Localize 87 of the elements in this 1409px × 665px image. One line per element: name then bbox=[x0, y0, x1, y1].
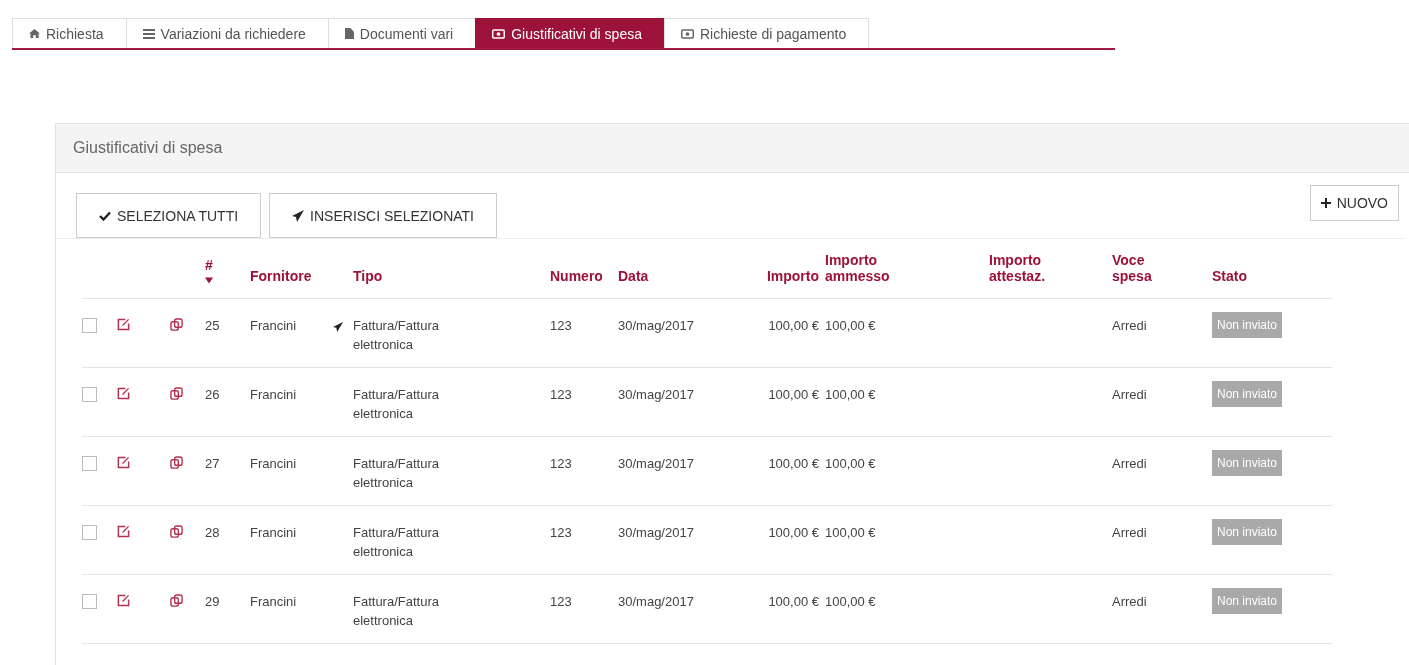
column-header[interactable]: Data bbox=[618, 268, 649, 284]
toolbar-button[interactable]: INSERISCI SELEZIONATI bbox=[269, 193, 497, 238]
column-header[interactable]: Stato bbox=[1212, 268, 1247, 284]
paper-plane-icon bbox=[292, 209, 305, 222]
column-header[interactable]: Fornitore bbox=[250, 268, 312, 284]
tab[interactable]: Giustificativi di spesa bbox=[475, 18, 665, 48]
copy-icon[interactable] bbox=[170, 525, 183, 538]
table-cell: 123 bbox=[550, 318, 572, 333]
table-cell: 123 bbox=[550, 456, 572, 471]
table-cell: 100,00 € bbox=[768, 318, 819, 333]
table-cell: Arredi bbox=[1112, 318, 1147, 333]
copy-icon[interactable] bbox=[170, 456, 183, 469]
panel-title: Giustificativi di spesa bbox=[73, 139, 223, 157]
table-cell: 28 bbox=[205, 525, 220, 540]
table-cell: 30/mag/2017 bbox=[618, 387, 694, 402]
edit-icon[interactable] bbox=[117, 387, 130, 400]
row-checkbox[interactable] bbox=[82, 387, 97, 402]
table-cell: 123 bbox=[550, 525, 572, 540]
edit-icon[interactable] bbox=[117, 456, 130, 469]
table-cell: 26 bbox=[205, 387, 220, 402]
column-header[interactable]: Importo bbox=[766, 268, 819, 284]
toolbar-button[interactable]: SELEZIONA TUTTI bbox=[76, 193, 262, 238]
table-cell: 100,00 € bbox=[768, 594, 819, 609]
tab[interactable]: Richieste di pagamento bbox=[663, 18, 870, 48]
column-header[interactable]: Importo ammesso bbox=[825, 252, 895, 284]
column-header[interactable]: Tipo bbox=[353, 268, 383, 284]
table-cell: 100,00 € bbox=[825, 456, 876, 471]
table-cell: 100,00 € bbox=[768, 456, 819, 471]
status-badge: Non inviato bbox=[1212, 450, 1283, 476]
table-cell: 30/mag/2017 bbox=[618, 525, 694, 540]
row-checkbox[interactable] bbox=[82, 594, 97, 609]
edit-icon[interactable] bbox=[117, 525, 130, 538]
table-cell: Francini bbox=[250, 456, 297, 471]
table-cell: 100,00 € bbox=[825, 525, 876, 540]
column-header[interactable]: Numero bbox=[550, 268, 603, 284]
table-cell: 123 bbox=[550, 594, 572, 609]
copy-icon[interactable] bbox=[170, 318, 183, 331]
table-cell: 25 bbox=[205, 318, 220, 333]
table-cell: 100,00 € bbox=[768, 525, 819, 540]
table-cell: 100,00 € bbox=[768, 387, 819, 402]
table-cell-text: Fattura/Fattura elettronica bbox=[353, 524, 440, 561]
edit-icon[interactable] bbox=[117, 318, 130, 331]
paper-plane-icon bbox=[333, 322, 343, 332]
banknote-icon bbox=[492, 28, 506, 39]
status-badge: Non inviato bbox=[1212, 588, 1283, 614]
edit-icon[interactable] bbox=[117, 594, 130, 607]
new-button[interactable]: NUOVO bbox=[1309, 185, 1399, 221]
table-cell: Francini bbox=[250, 525, 297, 540]
status-badge: Non inviato bbox=[1212, 381, 1283, 407]
table-cell: 29 bbox=[205, 594, 220, 609]
row-checkbox[interactable] bbox=[82, 525, 97, 540]
column-header[interactable]: Importo attestaz. bbox=[989, 252, 1059, 284]
table-cell: 30/mag/2017 bbox=[618, 456, 694, 471]
table-cell: 30/mag/2017 bbox=[618, 318, 694, 333]
column-header[interactable]: Voce spesa bbox=[1112, 252, 1182, 284]
table-cell-text: Fattura/Fattura elettronica bbox=[353, 386, 440, 423]
status-badge: Non inviato bbox=[1212, 312, 1283, 338]
table-cell: 27 bbox=[205, 456, 220, 471]
table-cell-text: Fattura/Fattura elettronica bbox=[353, 317, 440, 354]
table-cell: Arredi bbox=[1112, 387, 1147, 402]
table-cell: 100,00 € bbox=[825, 594, 876, 609]
table-cell: Francini bbox=[250, 318, 297, 333]
table-cell: 123 bbox=[550, 387, 572, 402]
file-icon bbox=[344, 28, 354, 39]
table-cell-text: Fattura/Fattura elettronica bbox=[353, 593, 440, 630]
sort-down-icon bbox=[205, 277, 213, 284]
home-icon bbox=[29, 29, 40, 38]
list-icon bbox=[142, 28, 155, 39]
table-cell: Arredi bbox=[1112, 525, 1147, 540]
checkmark-icon bbox=[99, 210, 111, 221]
row-checkbox[interactable] bbox=[82, 318, 97, 333]
tab[interactable]: Richiesta bbox=[12, 18, 127, 48]
table-cell: 100,00 € bbox=[825, 318, 876, 333]
row-checkbox[interactable] bbox=[82, 456, 97, 471]
banknote-icon bbox=[680, 28, 694, 39]
table-cell: 30/mag/2017 bbox=[618, 594, 694, 609]
table-cell-text: Fattura/Fattura elettronica bbox=[353, 455, 440, 492]
table-cell: Arredi bbox=[1112, 594, 1147, 609]
table-cell: Francini bbox=[250, 387, 297, 402]
copy-icon[interactable] bbox=[170, 594, 183, 607]
copy-icon[interactable] bbox=[170, 387, 183, 400]
table-cell: Francini bbox=[250, 594, 297, 609]
status-badge: Non inviato bbox=[1212, 519, 1283, 545]
table-cell: Arredi bbox=[1112, 456, 1147, 471]
column-header[interactable]: # bbox=[205, 239, 250, 299]
plus-icon bbox=[1320, 198, 1331, 208]
table-cell: 100,00 € bbox=[825, 387, 876, 402]
